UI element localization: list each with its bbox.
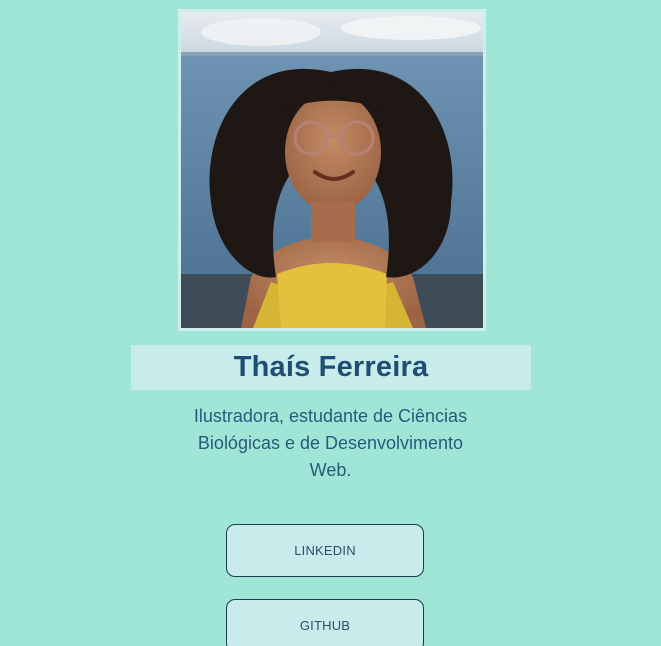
github-button-label: GITHUB [299,618,351,633]
github-button[interactable]: GITHUB [226,599,424,646]
profile-photo-image [181,12,483,328]
linkedin-button[interactable]: LINKEDIN [226,524,424,577]
name-banner: Thaís Ferreira [131,345,531,390]
link-tree-page: Thaís Ferreira Ilustradora, estudante de… [0,0,661,646]
linkedin-button-label: LINKEDIN [294,543,356,558]
profile-bio: Ilustradora, estudante de Ciências Bioló… [193,406,468,480]
profile-name: Thaís Ferreira [233,351,429,383]
profile-photo [178,9,486,331]
